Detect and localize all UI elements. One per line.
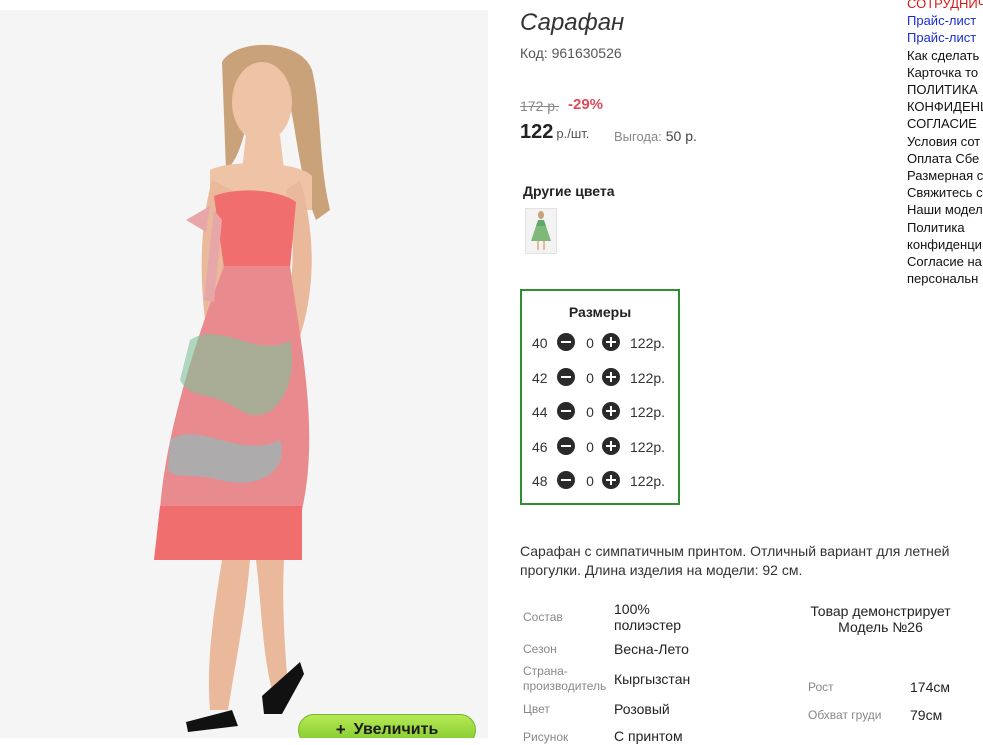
- spec-label: Сезон: [523, 642, 557, 656]
- size-price: 122р.: [630, 473, 666, 489]
- minus-icon: [561, 479, 571, 481]
- size-price: 122р.: [630, 439, 666, 455]
- spec-label: Страна-производитель: [523, 664, 607, 693]
- size-row: 42 0 122р.: [532, 368, 672, 388]
- side-link-privacy-policy[interactable]: Политика: [907, 219, 983, 236]
- quantity-value: 0: [586, 439, 594, 455]
- spec-label: Состав: [523, 610, 563, 624]
- size-price: 122р.: [630, 335, 666, 351]
- zoom-button[interactable]: + Увеличить: [298, 714, 476, 738]
- side-link-size-chart[interactable]: Размерная с: [907, 167, 983, 184]
- color-variant-thumbnail[interactable]: [525, 208, 557, 254]
- product-title: Сарафан: [520, 9, 625, 36]
- size-price: 122р.: [630, 404, 666, 420]
- side-link-personal-data[interactable]: персональн: [907, 270, 983, 287]
- quantity-value: 0: [586, 335, 594, 351]
- discount-badge: -29%: [568, 96, 604, 113]
- model-in-dress-image: [154, 44, 330, 732]
- decrease-quantity-button[interactable]: [557, 333, 575, 351]
- side-link-contact[interactable]: Свяжитесь с: [907, 184, 983, 201]
- zoom-button-label: Увеличить: [353, 721, 439, 738]
- minus-icon: [561, 410, 571, 412]
- product-code: Код: 961630526: [520, 45, 622, 61]
- size-label: 46: [532, 439, 548, 455]
- model-param-label: Рост: [808, 680, 834, 694]
- model-note: Товар демонстрирует Модель №26: [810, 603, 951, 635]
- side-link-product-card[interactable]: Карточка то: [907, 64, 983, 81]
- decrease-quantity-button[interactable]: [557, 368, 575, 386]
- model-param-value: 79см: [910, 707, 943, 723]
- quantity-value: 0: [586, 473, 594, 489]
- spec-value: Розовый: [614, 701, 670, 717]
- plus-icon: +: [335, 720, 346, 738]
- minus-icon: [561, 445, 571, 447]
- old-price: 172 р.: [520, 98, 559, 114]
- spec-label: Цвет: [523, 702, 550, 716]
- increase-quantity-button[interactable]: [602, 333, 620, 351]
- decrease-quantity-button[interactable]: [557, 437, 575, 455]
- minus-icon: [561, 376, 571, 378]
- decrease-quantity-button[interactable]: [557, 471, 575, 489]
- savings-label: Выгода:: [614, 129, 662, 144]
- dress-thumbnail-image: [531, 211, 551, 250]
- price-value: 122: [520, 121, 554, 143]
- increase-quantity-button[interactable]: [602, 471, 620, 489]
- other-colors-title: Другие цвета: [523, 183, 615, 199]
- quantity-value: 0: [586, 370, 594, 386]
- side-link-consent[interactable]: СОГЛАСИЕ: [907, 115, 983, 132]
- savings-value: 50 р.: [665, 128, 697, 144]
- spec-value: Весна-Лето: [614, 641, 689, 657]
- side-link-how-to-order[interactable]: Как сделать: [907, 47, 983, 64]
- side-link-cooperation[interactable]: СОТРУДНИЧЕСТВО: [907, 0, 983, 12]
- side-link-price-list[interactable]: Прайс-лист: [907, 12, 983, 29]
- model-param-label: Обхват груди: [808, 708, 882, 722]
- spec-value: 100% полиэстер: [614, 601, 682, 633]
- side-link-policy[interactable]: ПОЛИТИКА: [907, 81, 983, 98]
- sizes-title: Размеры: [568, 304, 632, 320]
- increase-quantity-button[interactable]: [602, 368, 620, 386]
- product-photo[interactable]: + Увеличить: [0, 10, 488, 738]
- side-link-models[interactable]: Наши модел: [907, 201, 983, 218]
- spec-value: Кыргызстан: [614, 671, 691, 687]
- model-param-value: 174см: [910, 679, 950, 695]
- side-link-payment[interactable]: Оплата Сбе: [907, 150, 983, 167]
- price-line: 122 р./шт.: [520, 121, 589, 144]
- increase-quantity-button[interactable]: [602, 437, 620, 455]
- size-row: 48 0 122р.: [532, 471, 672, 491]
- size-row: 46 0 122р.: [532, 437, 672, 457]
- side-links-menu: СОТРУДНИЧЕСТВО Прайс-лист Прайс-лист Как…: [907, 0, 983, 287]
- size-selector: Размеры 40 0 122р. 42 0 122р. 44 0 122р.…: [520, 289, 680, 505]
- size-row: 40 0 122р.: [532, 333, 672, 353]
- quantity-value: 0: [586, 404, 594, 420]
- side-link-terms[interactable]: Условия сот: [907, 133, 983, 150]
- savings: Выгода: 50 р.: [614, 128, 697, 144]
- size-label: 40: [532, 335, 548, 351]
- increase-quantity-button[interactable]: [602, 402, 620, 420]
- side-link-price-list-2[interactable]: Прайс-лист: [907, 29, 983, 46]
- decrease-quantity-button[interactable]: [557, 402, 575, 420]
- side-link-personal-data-consent[interactable]: Согласие на: [907, 253, 983, 270]
- size-label: 48: [532, 473, 548, 489]
- price-unit: р./шт.: [556, 126, 590, 141]
- size-label: 42: [532, 370, 548, 386]
- size-row: 44 0 122р.: [532, 402, 672, 422]
- size-label: 44: [532, 404, 548, 420]
- product-description: Сарафан с симпатичным принтом. Отличный …: [520, 543, 950, 578]
- size-price: 122р.: [630, 370, 666, 386]
- side-link-privacy[interactable]: КОНФИДЕНЦИ: [907, 98, 983, 115]
- spec-value: С принтом: [614, 728, 683, 744]
- minus-icon: [561, 341, 571, 343]
- side-link-privacy-policy-2[interactable]: конфиденци: [907, 236, 983, 253]
